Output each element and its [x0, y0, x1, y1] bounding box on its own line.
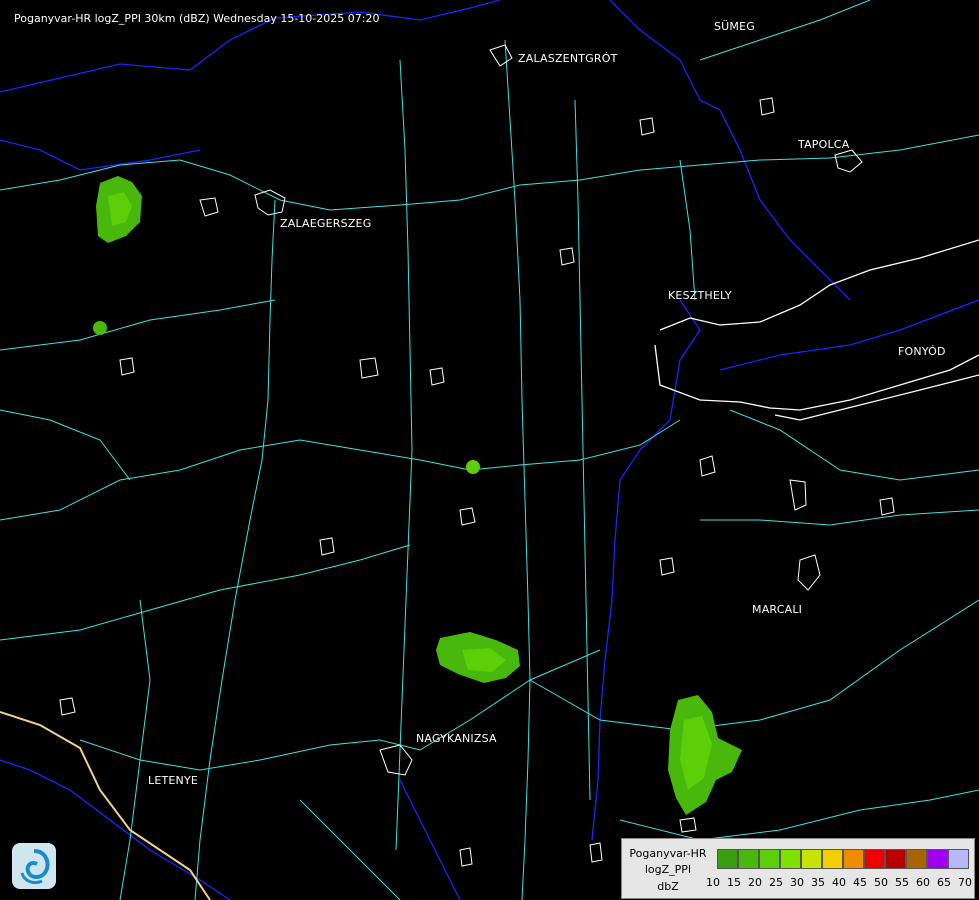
city-label-letenye: LETENYE [148, 774, 199, 787]
legend-tick-label: 60 [916, 876, 930, 889]
road-path [679, 159, 696, 301]
road-path [0, 409, 131, 481]
settlement-outline [589, 842, 603, 863]
legend-unit: dbZ [657, 880, 679, 893]
radar-echo-cell [466, 460, 480, 474]
legend-tick-label: 30 [790, 876, 804, 889]
road-path [194, 199, 276, 900]
legend-tick-label: 10 [706, 876, 720, 889]
city-label-keszthely: KESZTHELY [668, 289, 732, 302]
settlement-outline [834, 149, 863, 173]
legend-color-scale [717, 849, 969, 869]
legend-tick-label: 20 [748, 876, 762, 889]
lake-south-shore [774, 374, 979, 421]
radar-echo-cell [93, 321, 107, 335]
road-path [529, 599, 979, 731]
settlement-outline [797, 554, 821, 591]
legend-tick-label: 25 [769, 876, 783, 889]
settlement-outline [59, 697, 76, 716]
river-path [719, 299, 979, 371]
legend-radar-name: Poganyvar-HR [629, 847, 707, 860]
road-path [619, 789, 979, 841]
legend-swatch [801, 849, 822, 869]
road-path [0, 419, 681, 521]
radar-echoes [93, 176, 742, 815]
settlement-outline [254, 189, 286, 216]
legend-swatch [759, 849, 780, 869]
legend-tick-label: 50 [874, 876, 888, 889]
road-path [395, 59, 413, 851]
settlement-outline [359, 357, 379, 379]
settlement-outline [879, 497, 895, 516]
legend-tick-label: 15 [727, 876, 741, 889]
road-path [0, 544, 411, 641]
river-path [0, 139, 201, 171]
legend-swatch [738, 849, 759, 869]
settlement-outline [319, 537, 335, 556]
road-path [700, 509, 979, 526]
settlement-outline [429, 367, 445, 386]
legend-swatch [717, 849, 738, 869]
city-label-fonyod: FONYÓD [898, 345, 946, 358]
legend-swatch [822, 849, 843, 869]
city-label-sumeg: SÜMEG [714, 20, 755, 33]
legend-swatch [780, 849, 801, 869]
city-label-marcali: MARCALI [752, 603, 803, 616]
lake-north-shore [659, 239, 979, 331]
legend-tick-label: 45 [853, 876, 867, 889]
legend-swatch [948, 849, 969, 869]
legend-tick-label: 40 [832, 876, 846, 889]
settlement-outline [199, 197, 219, 217]
legend-tick-label: 70 [958, 876, 972, 889]
settlement-outline [789, 479, 807, 511]
legend-tick-label: 55 [895, 876, 909, 889]
road-path [504, 39, 531, 900]
legend-tick-label: 35 [811, 876, 825, 889]
road-path [79, 649, 601, 771]
settlement-outline [639, 117, 655, 136]
legend-swatch [885, 849, 906, 869]
settlement-outline [489, 44, 513, 67]
legend-swatch [927, 849, 948, 869]
map-canvas [0, 0, 979, 900]
dbz-legend: Poganyvar-HR logZ_PPI dbZ 10 15 20 25 30 35 40… [621, 838, 975, 899]
settlement-outline [379, 744, 413, 776]
radar-map-view: Poganyvar-HR logZ_PPI 30km (dBZ) Wednesd… [0, 0, 979, 900]
legend-tick-labels: 10 15 20 25 30 35 40 45 50 55 60 65 70 [706, 876, 974, 890]
legend-swatch [864, 849, 885, 869]
river-path [399, 779, 461, 900]
provider-logo [12, 843, 56, 889]
settlement-outline [699, 455, 716, 477]
road-path [729, 409, 979, 481]
city-label-zalaszentgrot: ZALASZENTGRÓT [518, 52, 618, 65]
legend-swatch [906, 849, 927, 869]
road-path [574, 99, 591, 801]
settlement-outline [659, 557, 675, 576]
city-label-zalaegerszeg: ZALAEGERSZEG [280, 217, 372, 230]
settlement-outline [459, 847, 473, 867]
river-network [0, 0, 979, 900]
road-path [0, 299, 276, 351]
road-network [0, 0, 979, 900]
map-title: Poganyvar-HR logZ_PPI 30km (dBZ) Wednesd… [14, 12, 380, 25]
settlement-outline [459, 507, 476, 526]
road-path [119, 599, 151, 900]
swirl-logo-icon [20, 849, 50, 885]
city-label-nagykanizsa: NAGYKANIZSA [416, 732, 497, 745]
road-path [299, 799, 401, 900]
legend-tick-label: 65 [937, 876, 951, 889]
settlement-outline [759, 97, 775, 116]
settlement-outline [679, 817, 697, 833]
city-label-tapolca: TAPOLCA [798, 138, 850, 151]
settlement-outline [559, 247, 575, 266]
settlement-outline [119, 357, 135, 376]
legend-swatch [843, 849, 864, 869]
legend-product-name: logZ_PPI [644, 863, 692, 876]
